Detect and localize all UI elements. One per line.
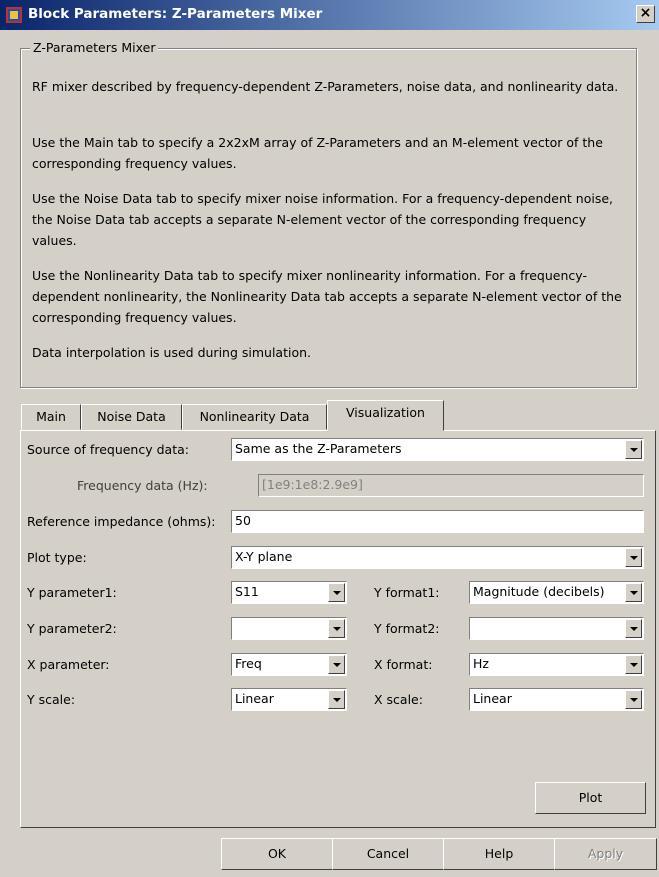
x-scale-label: X scale: (374, 692, 423, 707)
close-icon: × (639, 5, 652, 21)
x-parameter-label: X parameter: (27, 657, 110, 672)
description-paragraph: Use the Noise Data tab to specify mixer … (32, 191, 614, 248)
y-parameter2-select[interactable] (231, 617, 347, 640)
window-title: Block Parameters: Z-Parameters Mixer (28, 6, 323, 22)
source-of-frequency-data-select[interactable]: Same as the Z-Parameters (231, 438, 644, 461)
y-format1-select[interactable]: Magnitude (decibels) (469, 581, 644, 604)
frequency-data-field[interactable]: [1e9:1e8:2.9e9] (258, 474, 644, 497)
chevron-down-icon[interactable] (328, 583, 345, 602)
y-format1-label: Y format1: (374, 585, 440, 600)
chevron-down-icon[interactable] (625, 440, 642, 459)
x-parameter-select[interactable]: Freq (231, 653, 347, 676)
close-button[interactable]: × (636, 5, 655, 23)
ok-button[interactable]: OK (221, 838, 333, 870)
y-parameter1-label: Y parameter1: (27, 585, 117, 600)
chevron-down-icon[interactable] (328, 690, 345, 709)
plot-type-value: X-Y plane (235, 549, 293, 564)
apply-button[interactable]: Apply (554, 838, 657, 870)
y-parameter1-select[interactable]: S11 (231, 581, 347, 604)
plot-type-select[interactable]: X-Y plane (231, 546, 644, 569)
chevron-down-icon[interactable] (625, 619, 642, 638)
description-paragraph: Use the Main tab to specify a 2x2xM arra… (32, 135, 603, 171)
x-parameter-value: Freq (235, 656, 262, 671)
y-format2-label: Y format2: (374, 621, 440, 636)
x-format-label: X format: (374, 657, 433, 672)
y-scale-select[interactable]: Linear (231, 688, 347, 711)
y-scale-label: Y scale: (27, 692, 76, 707)
frequency-data-label: Frequency data (Hz): (77, 478, 208, 493)
source-of-frequency-data-label: Source of frequency data: (27, 442, 189, 457)
simulink-block-icon (6, 7, 22, 23)
chevron-down-icon[interactable] (625, 583, 642, 602)
title-bar: Block Parameters: Z-Parameters Mixer × (0, 0, 659, 30)
y-format1-value: Magnitude (decibels) (473, 584, 605, 599)
chevron-down-icon[interactable] (328, 619, 345, 638)
x-scale-select[interactable]: Linear (469, 688, 644, 711)
description-paragraph: RF mixer described by frequency-dependen… (32, 79, 619, 94)
source-of-frequency-data-value: Same as the Z-Parameters (235, 441, 402, 456)
reference-impedance-label: Reference impedance (ohms): (27, 514, 216, 529)
description-paragraph: Data interpolation is used during simula… (32, 345, 312, 360)
x-format-select[interactable]: Hz (469, 653, 644, 676)
description-group-title: Z-Parameters Mixer (30, 40, 159, 55)
chevron-down-icon[interactable] (625, 548, 642, 567)
x-scale-value: Linear (473, 691, 512, 706)
description-paragraph: Use the Nonlinearity Data tab to specify… (32, 268, 622, 325)
y-parameter1-value: S11 (235, 584, 259, 599)
chevron-down-icon[interactable] (625, 690, 642, 709)
tab-noise-data[interactable]: Noise Data (81, 404, 182, 430)
reference-impedance-field[interactable]: 50 (231, 510, 644, 533)
chevron-down-icon[interactable] (328, 655, 345, 674)
cancel-button[interactable]: Cancel (332, 838, 444, 870)
y-parameter2-label: Y parameter2: (27, 621, 117, 636)
tab-main[interactable]: Main (21, 404, 81, 430)
y-format2-select[interactable] (469, 617, 644, 640)
y-scale-value: Linear (235, 691, 274, 706)
tab-nonlinearity-data[interactable]: Nonlinearity Data (182, 404, 327, 430)
x-format-value: Hz (473, 656, 489, 671)
tab-visualization[interactable]: Visualization (327, 400, 444, 431)
help-button[interactable]: Help (443, 838, 555, 870)
plot-button[interactable]: Plot (535, 782, 646, 814)
chevron-down-icon[interactable] (625, 655, 642, 674)
plot-type-label: Plot type: (27, 550, 87, 565)
